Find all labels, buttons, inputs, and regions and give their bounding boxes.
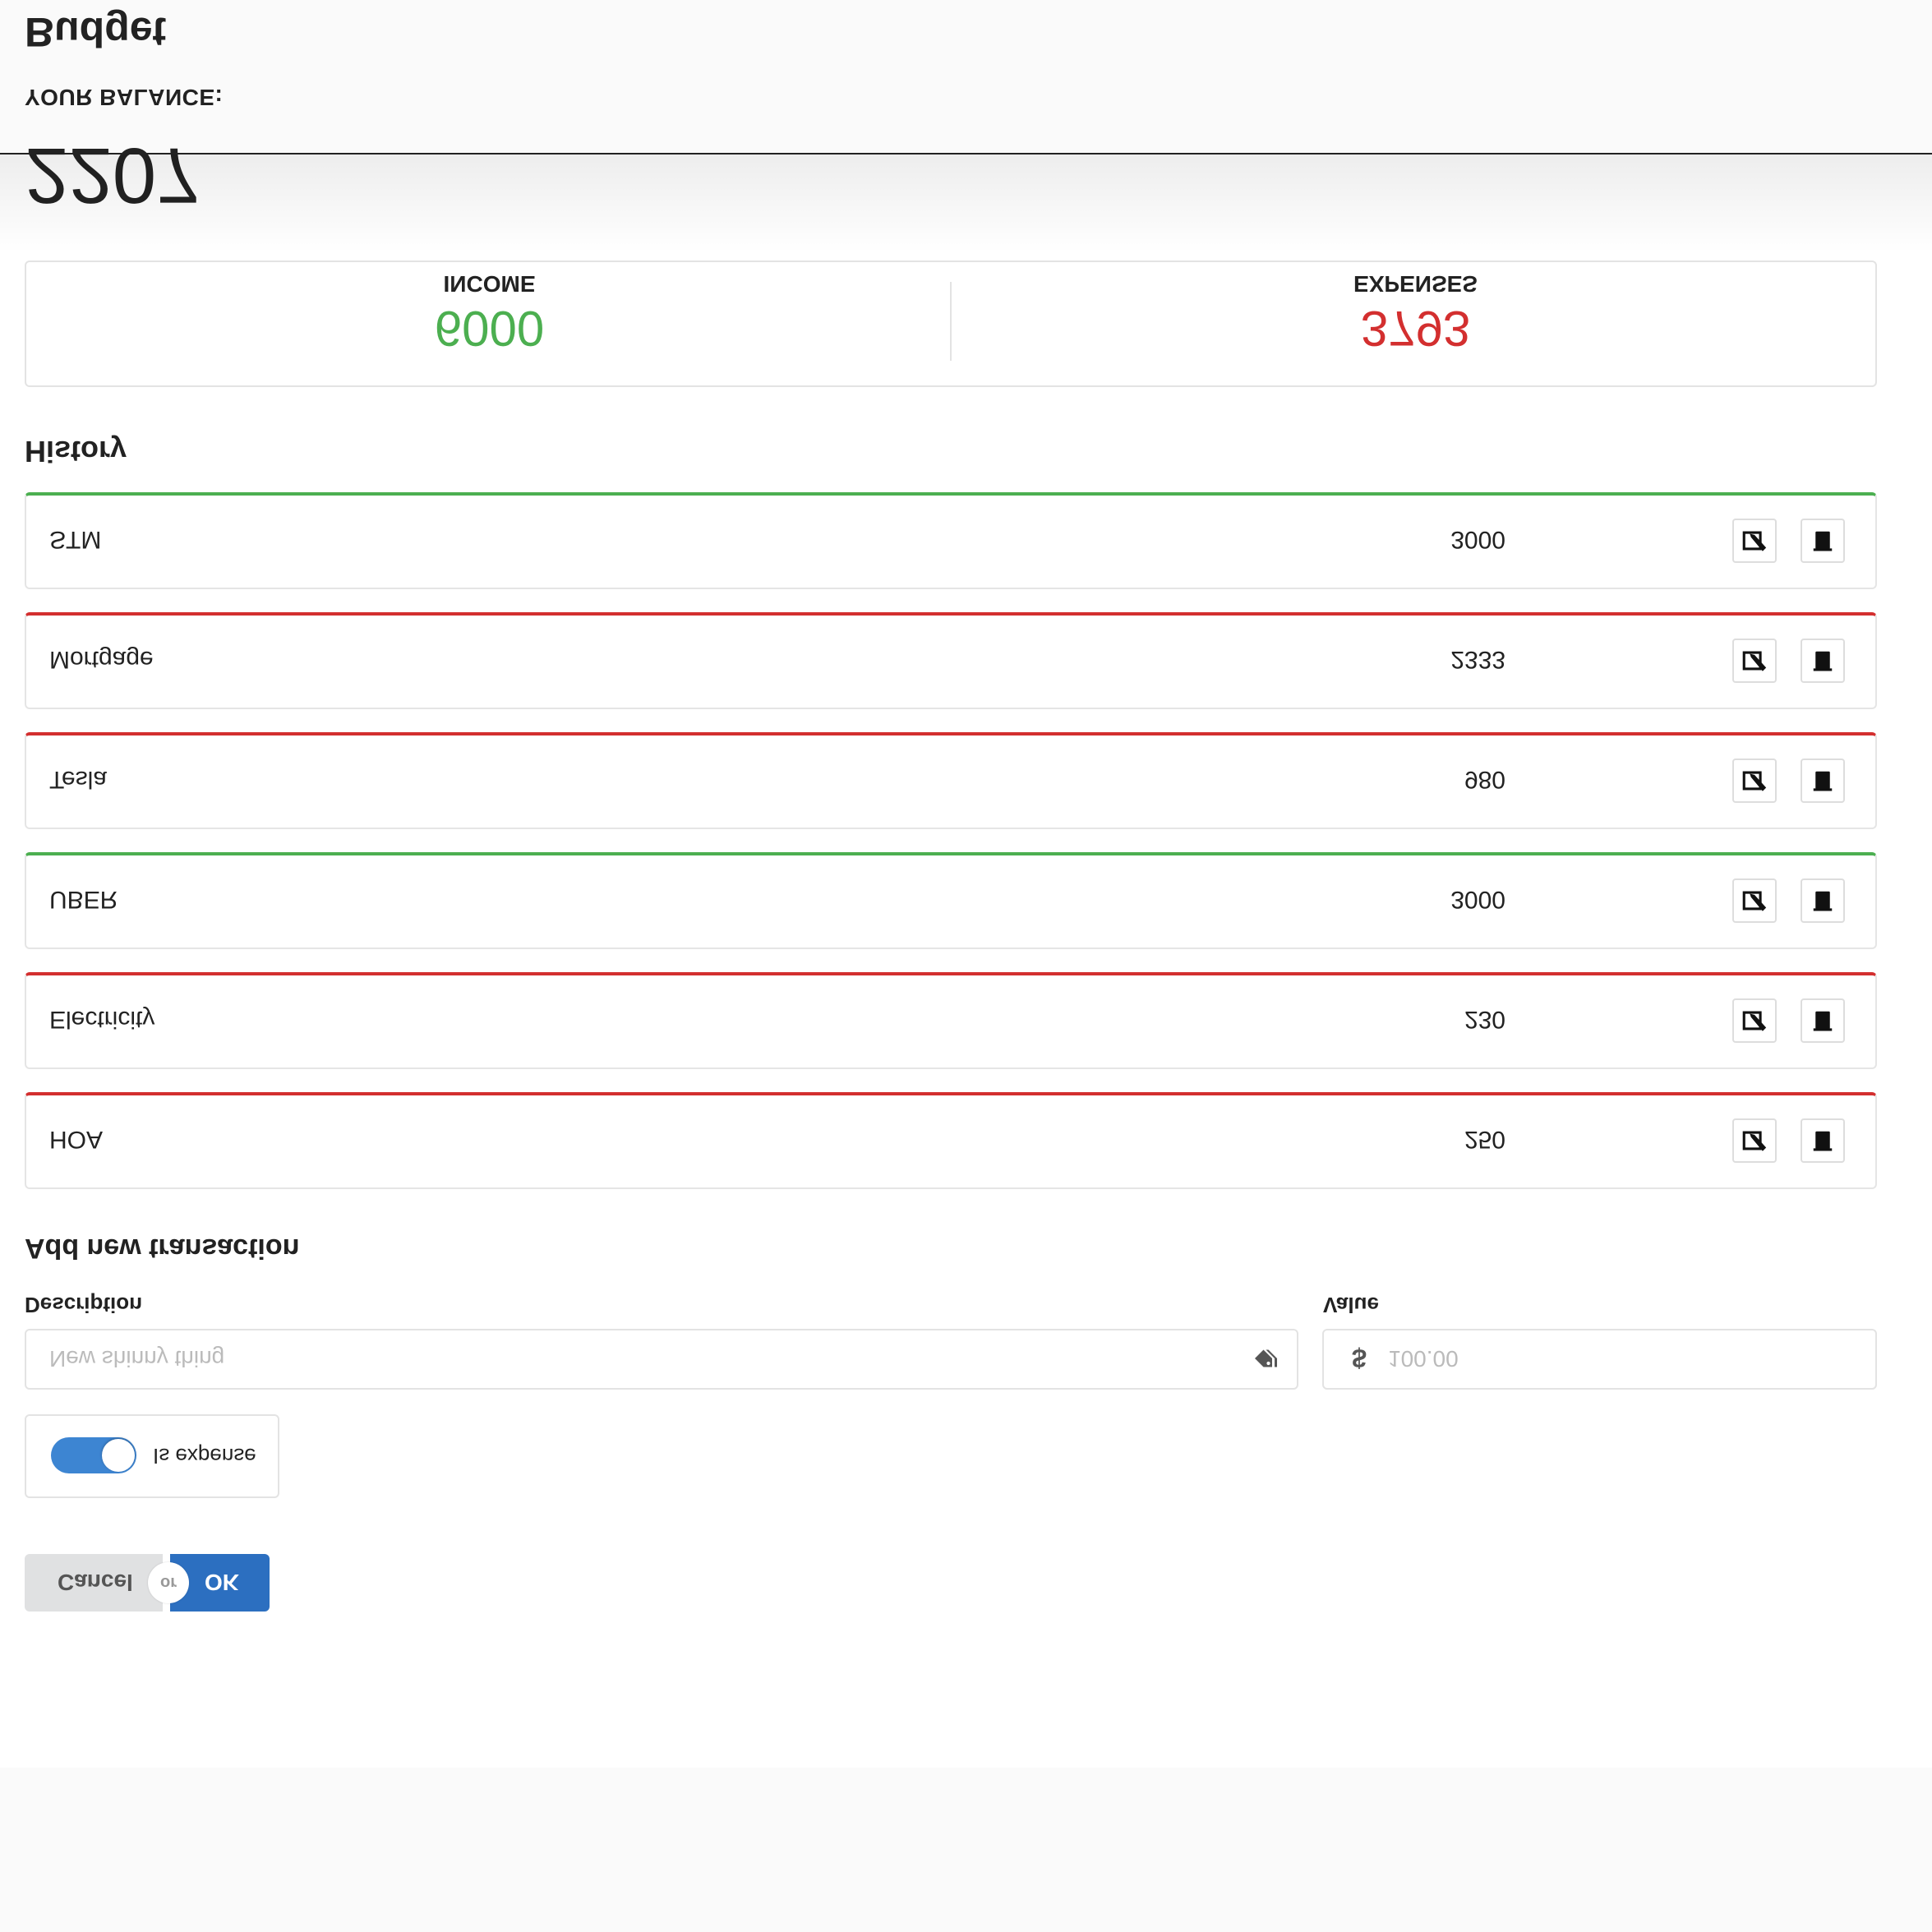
expenses-stat: 3793 EXPENSES: [952, 262, 1879, 385]
edit-icon: [1742, 1131, 1767, 1151]
toggle-knob: [102, 1439, 135, 1472]
edit-button[interactable]: [1732, 639, 1777, 683]
cancel-button[interactable]: Cancel: [25, 1554, 163, 1612]
edit-button[interactable]: [1732, 759, 1777, 803]
balance-label: YOUR BALANCE:: [25, 85, 224, 110]
row-value: 3000: [1450, 886, 1505, 913]
row-description: HOA: [49, 1126, 104, 1153]
income-label: INCOME: [443, 271, 536, 297]
ok-label: OK: [205, 1570, 239, 1595]
is-expense-field: Is expense: [25, 1414, 279, 1498]
row-description: STM: [49, 526, 102, 553]
row-value: 230: [1464, 1006, 1505, 1033]
delete-button[interactable]: [1801, 759, 1845, 803]
value-placeholder: 100.00: [1388, 1346, 1459, 1372]
form-title: Add new transaction: [25, 1233, 300, 1264]
row-description: Tesla: [49, 766, 108, 793]
row-description: UBER: [49, 886, 118, 913]
row-value: 3000: [1450, 526, 1505, 553]
delete-button[interactable]: [1801, 639, 1845, 683]
table-row: Electricity 230: [25, 972, 1877, 1069]
row-description: Electricity: [49, 1006, 155, 1033]
table-row: STM 3000: [25, 492, 1877, 589]
income-expense-summary: 6000 INCOME 3793 EXPENSES: [25, 261, 1877, 387]
trash-icon: [1813, 531, 1833, 551]
edit-icon: [1742, 531, 1767, 551]
expenses-value: 3793: [1360, 301, 1471, 356]
edit-icon: [1742, 1011, 1767, 1031]
row-description: Mortgage: [49, 646, 154, 673]
income-value: 6000: [434, 301, 545, 356]
row-value: 250: [1464, 1126, 1505, 1153]
table-row: HOA 250: [25, 1092, 1877, 1189]
stat-divider: [950, 282, 952, 361]
row-value: 2333: [1450, 646, 1505, 673]
dollar-icon: $: [1352, 1344, 1367, 1373]
table-row: UBER 3000: [25, 852, 1877, 949]
edit-icon: [1742, 771, 1767, 791]
edit-button[interactable]: [1732, 519, 1777, 563]
income-stat: 6000 INCOME: [26, 262, 952, 385]
row-value: 980: [1464, 766, 1505, 793]
page-title: Budget: [25, 9, 167, 55]
form-actions: Cancel OK or: [25, 1554, 271, 1612]
history-title: History: [25, 435, 127, 468]
balance-value: 2207: [25, 131, 201, 219]
table-row: Tesla 980: [25, 732, 1877, 829]
or-divider: or: [148, 1562, 189, 1603]
edit-button[interactable]: [1732, 878, 1777, 923]
trash-icon: [1813, 1131, 1833, 1151]
cancel-label: Cancel: [58, 1570, 133, 1595]
delete-button[interactable]: [1801, 1118, 1845, 1163]
trash-icon: [1813, 1011, 1833, 1031]
delete-button[interactable]: [1801, 519, 1845, 563]
trash-icon: [1813, 651, 1833, 671]
budget-panel: Budget YOUR BALANCE: 2207 6000 INCOME 37…: [0, 9, 1932, 1768]
flipped-stage: Budget YOUR BALANCE: 2207 6000 INCOME 37…: [0, 0, 1932, 1932]
trash-icon: [1813, 771, 1833, 791]
description-placeholder: New shinny thing: [49, 1346, 225, 1372]
trash-icon: [1813, 891, 1833, 911]
is-expense-toggle[interactable]: [51, 1437, 136, 1473]
edit-icon: [1742, 891, 1767, 911]
edit-button[interactable]: [1732, 1118, 1777, 1163]
value-label: Value: [1323, 1293, 1379, 1317]
table-row: Mortgage 2333: [25, 612, 1877, 709]
description-input[interactable]: New shinny thing: [25, 1329, 1298, 1390]
description-label: Description: [25, 1293, 143, 1317]
delete-button[interactable]: [1801, 998, 1845, 1043]
tags-icon: [1255, 1349, 1277, 1367]
is-expense-label: Is expense: [153, 1444, 256, 1469]
expenses-label: EXPENSES: [1353, 271, 1478, 297]
edit-icon: [1742, 651, 1767, 671]
edit-button[interactable]: [1732, 998, 1777, 1043]
delete-button[interactable]: [1801, 878, 1845, 923]
value-input[interactable]: $ 100.00: [1322, 1329, 1877, 1390]
